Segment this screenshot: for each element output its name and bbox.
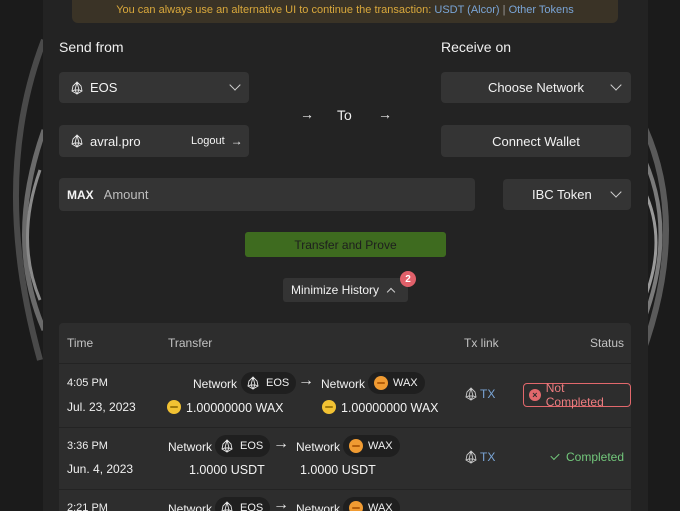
arrow-right-icon: → <box>273 496 289 511</box>
row-time: 2:21 PM <box>67 502 108 511</box>
other-tokens-link[interactable]: Other Tokens <box>509 4 574 16</box>
column-header-txlink: Tx link <box>464 336 499 350</box>
notice-text: You can always use an alternative UI to … <box>116 4 432 16</box>
table-row: 2:21 PM Network EOS → Network WAX <box>59 489 631 511</box>
wax-token-icon <box>322 400 336 414</box>
row-time: 4:05 PM <box>67 377 108 389</box>
chevron-down-icon <box>610 79 622 91</box>
connect-wallet-button[interactable]: Connect Wallet <box>441 125 631 157</box>
eos-icon <box>247 376 259 391</box>
tx-link-label: TX <box>480 450 496 464</box>
history-button-label: Minimize History <box>291 283 380 297</box>
row-time: 3:36 PM <box>67 440 108 452</box>
check-icon <box>550 450 560 461</box>
eos-icon <box>221 439 233 454</box>
usdt-alcor-link[interactable]: USDT (Alcor) <box>434 4 499 16</box>
to-network-label: Network <box>296 502 341 511</box>
receive-network-select[interactable]: Choose Network <box>441 72 631 103</box>
to-network-name: WAX <box>368 502 393 511</box>
to-network-pill: WAX <box>343 497 400 511</box>
arrow-right-icon: → <box>298 372 314 389</box>
eos-icon <box>221 501 233 511</box>
send-network-value: EOS <box>90 80 118 95</box>
account-name: avral.pro <box>90 133 141 149</box>
from-network-name: EOS <box>240 502 264 511</box>
row-date: Jun. 4, 2023 <box>67 462 134 476</box>
transfer-button-label: Transfer and Prove <box>294 237 397 252</box>
to-network-label: Network <box>321 377 366 391</box>
to-amount-value: 1.00000000 WAX <box>341 401 439 415</box>
wax-icon <box>349 501 363 511</box>
row-date: Jul. 23, 2023 <box>67 400 136 414</box>
token-select-value: IBC Token <box>532 187 592 202</box>
from-amount: 1.0000 USDT <box>189 463 265 477</box>
tx-link[interactable]: TX <box>465 387 496 402</box>
wax-icon <box>374 376 388 390</box>
left-decoration <box>0 0 44 511</box>
wax-icon <box>349 439 363 453</box>
chevron-down-icon <box>229 79 241 91</box>
send-network-select[interactable]: EOS <box>59 72 249 103</box>
column-header-transfer: Transfer <box>168 336 213 350</box>
max-button[interactable]: MAX <box>67 188 94 202</box>
eos-icon <box>71 134 83 149</box>
from-network-pill: EOS <box>215 435 271 457</box>
table-row: 3:36 PM Jun. 4, 2023 Network EOS → Netwo… <box>59 427 631 489</box>
from-amount: 1.00000000 WAX <box>167 400 284 415</box>
arrow-right-icon: → <box>230 134 243 148</box>
status-label: Not Completed <box>545 381 604 409</box>
minimize-history-button[interactable]: Minimize History <box>283 278 408 302</box>
to-network-name: WAX <box>393 377 418 389</box>
from-network-name: EOS <box>240 440 264 452</box>
to-network-name: WAX <box>368 440 393 452</box>
column-header-status: Status <box>590 336 625 350</box>
from-network-label: Network <box>168 440 213 454</box>
arrow-right-icon: → <box>300 106 314 122</box>
column-header-time: Time <box>67 336 94 350</box>
chevron-up-icon <box>386 287 396 297</box>
notice-separator: | <box>502 4 506 16</box>
to-amount: 1.0000 USDT <box>300 463 376 477</box>
transfer-and-prove-button[interactable]: Transfer and Prove <box>245 232 446 257</box>
history-table: Time Transfer Tx link Status 4:05 PM Jul… <box>59 323 631 511</box>
tx-link[interactable]: TX <box>465 450 496 465</box>
alternative-ui-notice: You can always use an alternative UI to … <box>72 0 618 23</box>
from-network-label: Network <box>193 377 238 391</box>
status-badge[interactable]: × Not Completed <box>523 381 631 409</box>
to-network-pill: WAX <box>368 372 425 394</box>
arrow-right-icon: → <box>378 106 392 122</box>
from-network-pill: EOS <box>215 497 271 511</box>
from-network-name: EOS <box>266 377 290 389</box>
to-network-pill: WAX <box>343 435 400 457</box>
logout-button[interactable]: Logout → <box>191 134 243 148</box>
from-amount-value: 1.00000000 WAX <box>186 401 284 415</box>
from-network-pill: EOS <box>241 372 297 394</box>
amount-field: MAX <box>59 178 475 211</box>
amount-input[interactable] <box>103 187 404 202</box>
eos-icon <box>71 80 83 95</box>
from-network-label: Network <box>168 502 213 511</box>
arrow-right-icon: → <box>273 435 289 452</box>
tx-link-label: TX <box>480 387 496 401</box>
table-row: 4:05 PM Jul. 23, 2023 Network EOS → Netw… <box>59 363 631 427</box>
eos-icon <box>465 387 477 402</box>
chevron-down-icon <box>610 186 622 198</box>
to-label: To <box>337 107 352 123</box>
to-network-label: Network <box>296 440 341 454</box>
send-account-box: avral.pro Logout → <box>59 125 249 157</box>
connect-wallet-label: Connect Wallet <box>492 133 580 149</box>
eos-icon <box>465 450 477 465</box>
wax-token-icon <box>167 400 181 414</box>
token-select[interactable]: IBC Token <box>503 179 631 210</box>
status-badge: Completed <box>550 450 625 464</box>
receive-on-label: Receive on <box>441 39 512 55</box>
notification-badge: 2 <box>400 271 416 287</box>
status-label: Completed <box>566 450 625 464</box>
send-from-label: Send from <box>59 39 124 55</box>
receive-network-placeholder: Choose Network <box>487 80 585 95</box>
error-icon: × <box>529 389 541 401</box>
to-amount: 1.00000000 WAX <box>322 400 439 415</box>
logout-label: Logout <box>191 135 225 147</box>
